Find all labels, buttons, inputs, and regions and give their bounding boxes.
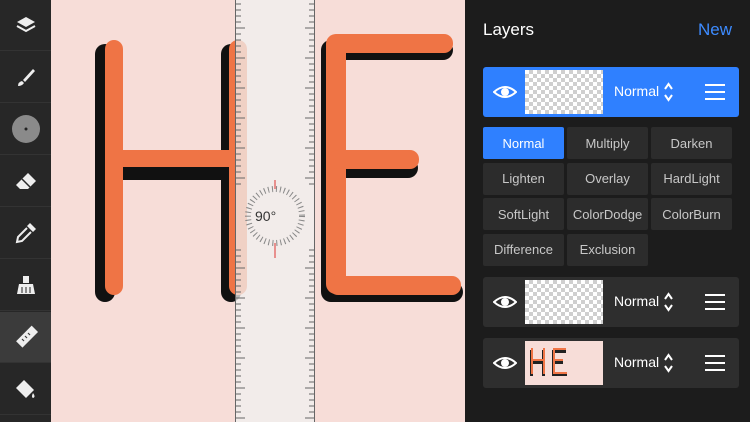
brush-size-button[interactable] bbox=[0, 104, 51, 155]
layer-thumbnail bbox=[525, 341, 603, 385]
blend-stepper-icon[interactable] bbox=[664, 353, 673, 373]
app-root: 90° Layers New Normal Normal Multiply Da… bbox=[0, 0, 750, 422]
blend-mode-option[interactable]: Difference bbox=[483, 233, 564, 266]
layer-blend-mode[interactable]: Normal bbox=[614, 354, 659, 370]
eyedropper-icon bbox=[15, 223, 36, 244]
blend-mode-option[interactable]: Multiply bbox=[567, 127, 648, 159]
eraser-icon bbox=[15, 173, 36, 189]
blend-mode-option[interactable]: HardLight bbox=[651, 162, 732, 195]
visibility-eye-icon[interactable] bbox=[493, 291, 517, 313]
layer-row[interactable]: Normal bbox=[483, 67, 739, 117]
layer-row[interactable]: Normal bbox=[483, 277, 739, 327]
layer-thumbnail bbox=[525, 70, 603, 114]
blend-stepper-icon[interactable] bbox=[664, 292, 673, 312]
brush-tool-button[interactable] bbox=[0, 52, 51, 103]
brush-size-icon bbox=[11, 115, 40, 143]
layer-menu-icon[interactable] bbox=[705, 354, 725, 372]
blend-mode-option[interactable]: SoftLight bbox=[483, 198, 564, 230]
blend-mode-option[interactable]: Normal bbox=[483, 127, 564, 159]
smudge-icon bbox=[16, 276, 35, 294]
ruler-icon bbox=[15, 325, 38, 348]
brush-icon bbox=[17, 69, 35, 86]
eraser-tool-button[interactable] bbox=[0, 156, 51, 207]
blend-mode-option[interactable]: ColorBurn bbox=[651, 198, 732, 230]
layers-tool-button[interactable] bbox=[0, 0, 51, 51]
layer-row[interactable]: Normal bbox=[483, 338, 739, 388]
layer-menu-icon[interactable] bbox=[705, 293, 725, 311]
layer-blend-mode[interactable]: Normal bbox=[614, 83, 659, 99]
ruler-guide[interactable]: 90° bbox=[235, 0, 315, 422]
drawing-canvas[interactable]: 90° bbox=[51, 0, 465, 422]
fill-tool-button[interactable] bbox=[0, 364, 51, 415]
blend-mode-option[interactable]: Overlay bbox=[567, 162, 648, 195]
layer-blend-mode[interactable]: Normal bbox=[614, 293, 659, 309]
smudge-tool-button[interactable] bbox=[0, 260, 51, 311]
layer-thumbnail bbox=[525, 280, 603, 324]
fill-bucket-icon bbox=[15, 380, 34, 398]
ruler-tool-button[interactable] bbox=[0, 312, 51, 363]
he-thumbnail-art bbox=[530, 348, 567, 376]
blend-mode-option[interactable]: Exclusion bbox=[567, 233, 648, 266]
left-toolbar bbox=[0, 0, 51, 422]
eyedropper-tool-button[interactable] bbox=[0, 208, 51, 259]
visibility-eye-icon[interactable] bbox=[493, 352, 517, 374]
blend-mode-option[interactable]: ColorDodge bbox=[567, 198, 648, 230]
new-layer-button[interactable]: New bbox=[698, 20, 732, 40]
layers-panel: Layers New Normal Normal Multiply Darken Li… bbox=[465, 0, 750, 422]
layer-menu-icon[interactable] bbox=[705, 83, 725, 101]
visibility-eye-icon[interactable] bbox=[493, 81, 517, 103]
blend-mode-option[interactable]: Lighten bbox=[483, 162, 564, 195]
blend-stepper-icon[interactable] bbox=[664, 82, 673, 102]
protractor-angle-label: 90° bbox=[255, 208, 277, 224]
layers-tool-icon bbox=[16, 17, 35, 33]
blend-mode-option[interactable]: Darken bbox=[651, 127, 732, 159]
layers-title: Layers bbox=[483, 20, 535, 39]
